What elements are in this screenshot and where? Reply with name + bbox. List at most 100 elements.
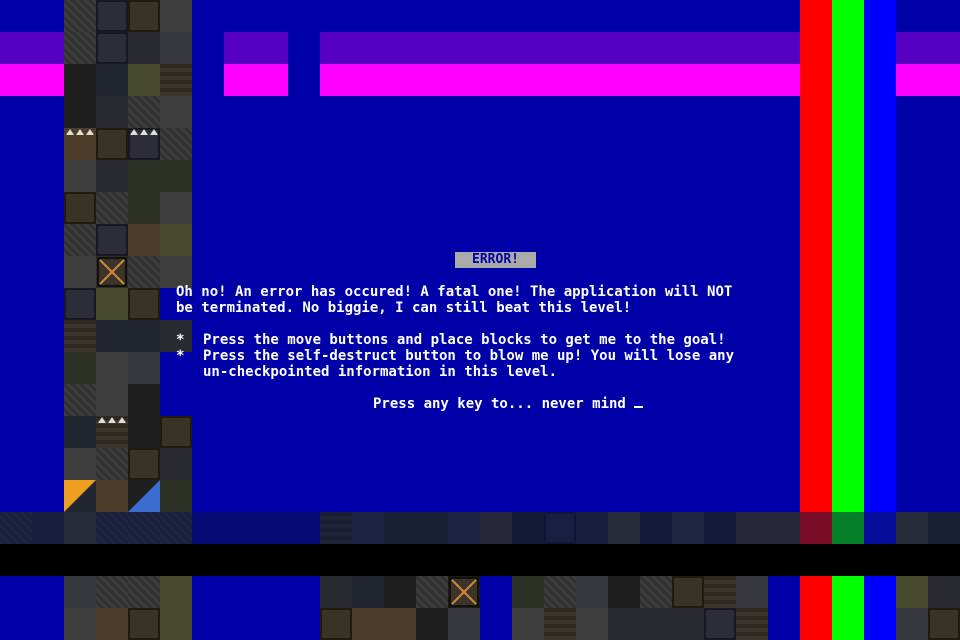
map-tile [160, 32, 192, 64]
map-tile [576, 608, 608, 640]
map-tile [96, 32, 128, 64]
map-tile [448, 608, 480, 640]
bullet: * [176, 332, 185, 348]
map-tile [320, 608, 352, 640]
map-tile [160, 416, 192, 448]
error-message-line-2: be terminated. No biggie, I can still be… [176, 300, 632, 316]
glitch-band-magenta [320, 64, 800, 96]
map-tile [96, 224, 128, 256]
continue-prompt[interactable]: Press any key to... never mind [373, 396, 644, 412]
map-tile [64, 160, 96, 192]
map-tile [160, 608, 192, 640]
glitch-band-magenta [896, 64, 960, 96]
map-tile [672, 576, 704, 608]
map-tile [96, 608, 128, 640]
map-tile [736, 608, 768, 640]
map-tile [96, 448, 128, 480]
crate-icon [448, 576, 480, 608]
glitch-band-purple [320, 32, 800, 64]
tip-destruct-line-2: un-checkpointed information in this leve… [203, 364, 558, 380]
map-tile [160, 0, 192, 32]
map-tile [160, 128, 192, 160]
map-tile [320, 576, 352, 608]
map-tile [128, 448, 160, 480]
map-tile [64, 576, 96, 608]
map-tile [160, 224, 192, 256]
map-tile [608, 608, 640, 640]
ramp-tile [128, 480, 160, 512]
glitch-band-purple [896, 32, 960, 64]
map-tile [128, 192, 160, 224]
map-tile [928, 608, 960, 640]
map-tile [128, 160, 160, 192]
map-tile [672, 608, 704, 640]
map-tile [928, 576, 960, 608]
map-tile [64, 352, 96, 384]
continue-prompt-text: Press any key to... never mind [373, 396, 626, 412]
map-tile [96, 288, 128, 320]
map-tile [128, 416, 160, 448]
map-tile [544, 576, 576, 608]
map-tile [128, 576, 160, 608]
map-tile [96, 0, 128, 32]
map-tile [544, 608, 576, 640]
map-tile [64, 64, 96, 96]
map-tile [96, 320, 128, 352]
tip-move-line-1: Press the move buttons and place blocks … [203, 332, 726, 348]
glitch-band-magenta [224, 64, 288, 96]
map-tile [160, 576, 192, 608]
map-tile [96, 576, 128, 608]
error-title: ERROR! [455, 252, 536, 268]
map-tile [576, 576, 608, 608]
map-tile [512, 608, 544, 640]
map-tile [64, 416, 96, 448]
spike-icon [64, 120, 96, 135]
map-tile [352, 576, 384, 608]
map-tile [64, 192, 96, 224]
spike-icon [96, 408, 128, 423]
map-tile [96, 480, 128, 512]
map-tile [608, 576, 640, 608]
map-tile [640, 576, 672, 608]
map-tile [416, 576, 448, 608]
map-tile [896, 608, 928, 640]
glitch-band-purple [224, 32, 288, 64]
glitch-band-black [0, 544, 960, 576]
map-tile [128, 320, 160, 352]
map-tile [64, 224, 96, 256]
map-tile [128, 64, 160, 96]
bullet: * [176, 348, 185, 364]
map-tile [64, 288, 96, 320]
map-tile [416, 608, 448, 640]
map-tile [64, 256, 96, 288]
map-tile [96, 64, 128, 96]
map-tile [384, 576, 416, 608]
glitch-band-purple [0, 32, 64, 64]
map-tile [96, 160, 128, 192]
map-tile [96, 352, 128, 384]
map-tile [64, 608, 96, 640]
map-tile [160, 64, 192, 96]
map-tile [96, 192, 128, 224]
spike-icon [128, 120, 160, 135]
map-tile [128, 0, 160, 32]
crate-icon [96, 256, 128, 288]
map-tile [64, 32, 96, 64]
map-tile [896, 576, 928, 608]
map-tile [64, 320, 96, 352]
map-tile [704, 576, 736, 608]
map-tile [128, 256, 160, 288]
map-tile [640, 608, 672, 640]
map-tile [128, 384, 160, 416]
map-tile [64, 0, 96, 32]
map-tile [160, 480, 192, 512]
map-tile [64, 448, 96, 480]
map-tile [96, 128, 128, 160]
error-message-line-1: Oh no! An error has occured! A fatal one… [176, 284, 733, 300]
glitch-band-magenta [0, 64, 64, 96]
map-tile [96, 96, 128, 128]
map-tile [128, 224, 160, 256]
text-cursor [634, 406, 644, 408]
map-tile [128, 608, 160, 640]
glitch-band-dark [0, 512, 960, 544]
